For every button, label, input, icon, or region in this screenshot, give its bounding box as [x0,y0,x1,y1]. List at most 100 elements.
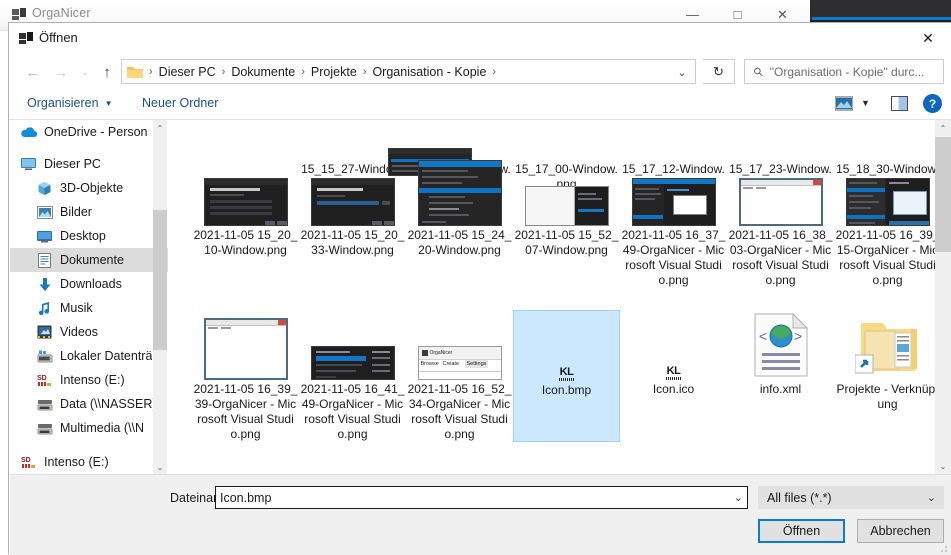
file-scrollbar-thumb[interactable] [935,137,951,252]
file-list-scrollbar[interactable]: ⌃ ⌄ [935,120,951,475]
search-placeholder: "Organisation - Kopie" durc... [769,64,925,79]
dialog-toolbar: Organisieren ▼ Neuer Ordner ▼ ? [9,90,951,120]
file-item[interactable]: 2021-11-05 15_52_07-Window.png [513,160,620,288]
refresh-icon[interactable]: ↻ [703,59,735,84]
sidebar-item-bilder[interactable]: Bilder [10,200,168,224]
resize-grip[interactable] [940,545,948,553]
breadcrumb[interactable]: › Dieser PC › Dokumente › Projekte › Org… [121,59,696,84]
file-label: 2021-11-05 16_41_49-OrgaNicer - Microsof… [300,382,405,441]
file-thumbnail [192,160,299,226]
file-thumbnail [834,310,935,380]
folder-icon [127,65,143,79]
dialog-titlebar: Öffnen ✕ [9,23,951,54]
file-type-filter-combobox[interactable]: All files (*.*) ⌄ [758,486,944,509]
sidebar-item-onedrive[interactable]: OneDrive - Person [10,120,168,144]
network-drive-icon [36,420,53,436]
sidebar-item-dieser-pc[interactable]: Dieser PC [10,152,168,176]
folder-shortcut-icon [854,317,921,380]
file-item[interactable]: KL Icon.ico [620,310,727,442]
breadcrumb-item-3[interactable]: Organisation - Kopie [369,65,489,79]
app-icon [421,350,428,356]
file-label: 2021-11-05 15_52_07-Window.png [514,228,619,257]
view-mode-icon[interactable] [834,96,854,112]
scroll-down-icon[interactable]: ⌄ [935,458,951,475]
background-app-title: OrgaNicer [32,6,91,20]
sidebar-item-intenso-e-drive[interactable]: SD Intenso (E:) [10,450,168,474]
sidebar-item-musik[interactable]: Musik [10,296,168,320]
view-mode-chevron-icon[interactable]: ▼ [861,98,870,108]
file-item[interactable]: 2021-11-05 16_39_15-OrgaNicer - Microsof… [834,160,935,288]
file-item[interactable]: 2021-11-05 16_41_49-OrgaNicer - Microsof… [299,310,406,442]
file-item[interactable]: 2021-11-05 16_37_49-OrgaNicer - Microsof… [620,160,727,288]
dialog-title: Öffnen [39,30,78,45]
breadcrumb-item-2[interactable]: Projekte [308,65,360,79]
file-label: 2021-11-05 16_38_03-OrgaNicer - Microsof… [728,228,833,287]
scroll-down-icon[interactable]: ⌄ [153,459,167,475]
up-arrow-icon[interactable]: ↑ [95,60,119,84]
file-thumbnail: < > [727,310,834,380]
svg-text:<: < [759,328,767,344]
app-icon [12,8,26,21]
sidebar-item-dokumente[interactable]: Dokumente [10,248,168,272]
file-thumbnail: OrgaNicer Browse Create Settings [406,310,513,380]
sidebar-item-label: Dokumente [60,253,124,267]
cancel-button[interactable]: Abbrechen [857,519,944,543]
sidebar-item-label: Intenso (E:) [60,373,125,387]
file-thumbnail [513,160,620,226]
chevron-down-icon[interactable]: ⌄ [734,491,743,504]
sidebar-item-data-nasser[interactable]: Data (\\NASSER) [10,392,168,416]
file-item-selected[interactable]: KL Icon.bmp [513,310,620,442]
search-input[interactable]: ⚲ "Organisation - Kopie" durc... [744,59,944,84]
file-item[interactable]: 2021-11-05 15_20_10-Window.png [192,160,299,288]
breadcrumb-item-0[interactable]: Dieser PC [156,65,219,79]
file-list-pane[interactable]: 15_15_27-Window.png 15_16_38-Window.png … [169,120,935,475]
open-button[interactable]: Öffnen [758,519,845,543]
sidebar-item-videos[interactable]: Videos [10,320,168,344]
file-item[interactable]: OrgaNicer Browse Create Settings 2021-11… [406,310,513,442]
forward-arrow-icon[interactable]: → [49,60,73,84]
sdcard-icon: SD [36,372,53,388]
file-item[interactable]: 2021-11-05 15_24_20-Window.png [406,160,513,288]
file-item[interactable]: Projekte - Verknüpfung [834,310,935,442]
breadcrumb-item-1[interactable]: Dokumente [228,65,298,79]
organize-button[interactable]: Organisieren ▼ [27,96,113,110]
sidebar-item-label: Multimedia (\\N [60,421,145,435]
sidebar-item-intenso-e[interactable]: SD Intenso (E:) [10,368,168,392]
file-item[interactable]: 2021-11-05 16_38_03-OrgaNicer - Microsof… [727,160,834,288]
sidebar-item-label: Desktop [60,229,106,243]
new-folder-button[interactable]: Neuer Ordner [142,96,218,110]
file-label: Icon.ico [652,382,695,396]
sidebar-item-label: Musik [60,301,93,315]
file-label: Icon.bmp [541,383,592,397]
icon-glyph-text: KL [666,365,681,377]
sidebar-item-multimedia-nasser[interactable]: Multimedia (\\N [10,416,168,440]
chevron-down-icon[interactable]: ⌄ [927,491,936,504]
scroll-up-icon[interactable]: ⌃ [153,120,167,136]
sidebar-item-label: Intenso (E:) [44,455,109,469]
file-item[interactable]: 2021-11-05 16_39_39-OrgaNicer - Microsof… [192,310,299,442]
file-thumbnail [192,310,299,380]
svg-text:SD: SD [37,375,47,382]
sidebar-scrollbar[interactable]: ⌃ ⌄ [153,120,167,475]
scroll-up-icon[interactable]: ⌃ [935,120,951,137]
navigation-bar: ← → ⌄ ↑ › Dieser PC › Dokumente › Projek… [9,54,951,90]
help-icon[interactable]: ? [923,94,942,113]
dialog-close-button[interactable]: ✕ [905,23,951,53]
preview-pane-icon[interactable] [891,96,908,111]
breadcrumb-dropdown-icon[interactable]: ⌄ [671,64,693,80]
file-label: 2021-11-05 16_39_15-OrgaNicer - Microsof… [835,228,935,287]
sidebar-item-downloads[interactable]: Downloads [10,272,168,296]
file-item[interactable]: 2021-11-05 15_20_33-Window.png [299,160,406,288]
thumbnail-tab: Create [442,361,460,367]
recent-locations-chevron-icon[interactable]: ⌄ [73,60,97,84]
sidebar-scrollbar-thumb[interactable] [153,210,167,350]
file-item[interactable]: < > info.xml [727,310,834,442]
sidebar-item-3d-objekte[interactable]: 3D-Objekte [10,176,168,200]
file-thumbnail [727,160,834,226]
sidebar-item-desktop[interactable]: Desktop [10,224,168,248]
back-arrow-icon[interactable]: ← [21,60,45,84]
search-icon: ⚲ [750,63,767,80]
filename-input[interactable]: Icon.bmp ⌄ [215,486,748,509]
sidebar-item-lokaler-datentraeger[interactable]: Lokaler Datenträ [10,344,168,368]
